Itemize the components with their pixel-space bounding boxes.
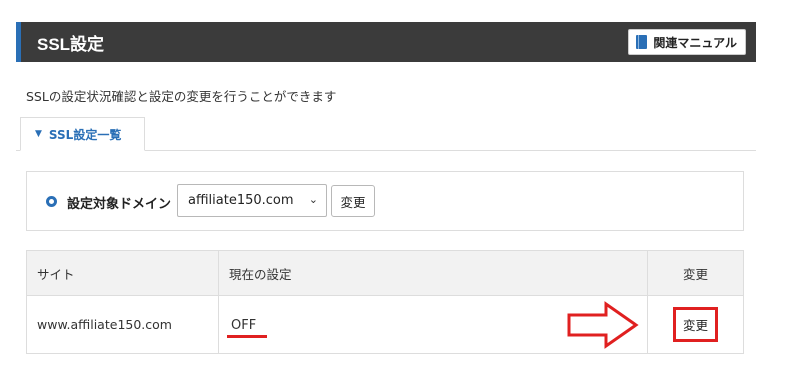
tab-ssl-settings-list[interactable]: ▼ SSL設定一覧: [20, 117, 145, 151]
domain-select-value: affiliate150.com: [188, 193, 294, 208]
column-header-site: サイト: [26, 250, 219, 296]
domain-select[interactable]: affiliate150.com ⌄: [177, 184, 327, 217]
domain-label: 設定対象ドメイン: [67, 197, 172, 212]
page-description: SSLの設定状況確認と設定の変更を行うことができます: [26, 89, 337, 104]
red-underline-annotation: [227, 335, 267, 338]
circle-bullet-icon: [46, 196, 57, 207]
book-icon: [636, 35, 648, 49]
domain-change-button[interactable]: 変更: [331, 185, 375, 217]
ssl-status-value: OFF: [231, 317, 257, 333]
related-manual-label: 関連マニュアル: [653, 35, 737, 50]
red-arrow-annotation: [567, 301, 639, 349]
chevron-down-icon: ⌄: [308, 193, 318, 206]
page-header: SSL設定 関連マニュアル: [16, 22, 756, 62]
column-header-current-setting: 現在の設定: [218, 250, 648, 296]
column-header-change: 変更: [647, 250, 744, 296]
domain-selector-panel: 設定対象ドメイン affiliate150.com ⌄ 変更: [26, 171, 744, 231]
related-manual-button[interactable]: 関連マニュアル: [628, 29, 746, 55]
action-cell: 変更: [647, 295, 744, 354]
table-header-row: サイト 現在の設定 変更: [26, 250, 744, 296]
page-title: SSL設定: [37, 35, 105, 54]
chevron-down-icon: ▼: [35, 129, 42, 139]
ssl-change-button[interactable]: 変更: [672, 307, 718, 342]
site-cell: www.affiliate150.com: [26, 295, 219, 354]
tab-label: SSL設定一覧: [48, 127, 122, 142]
